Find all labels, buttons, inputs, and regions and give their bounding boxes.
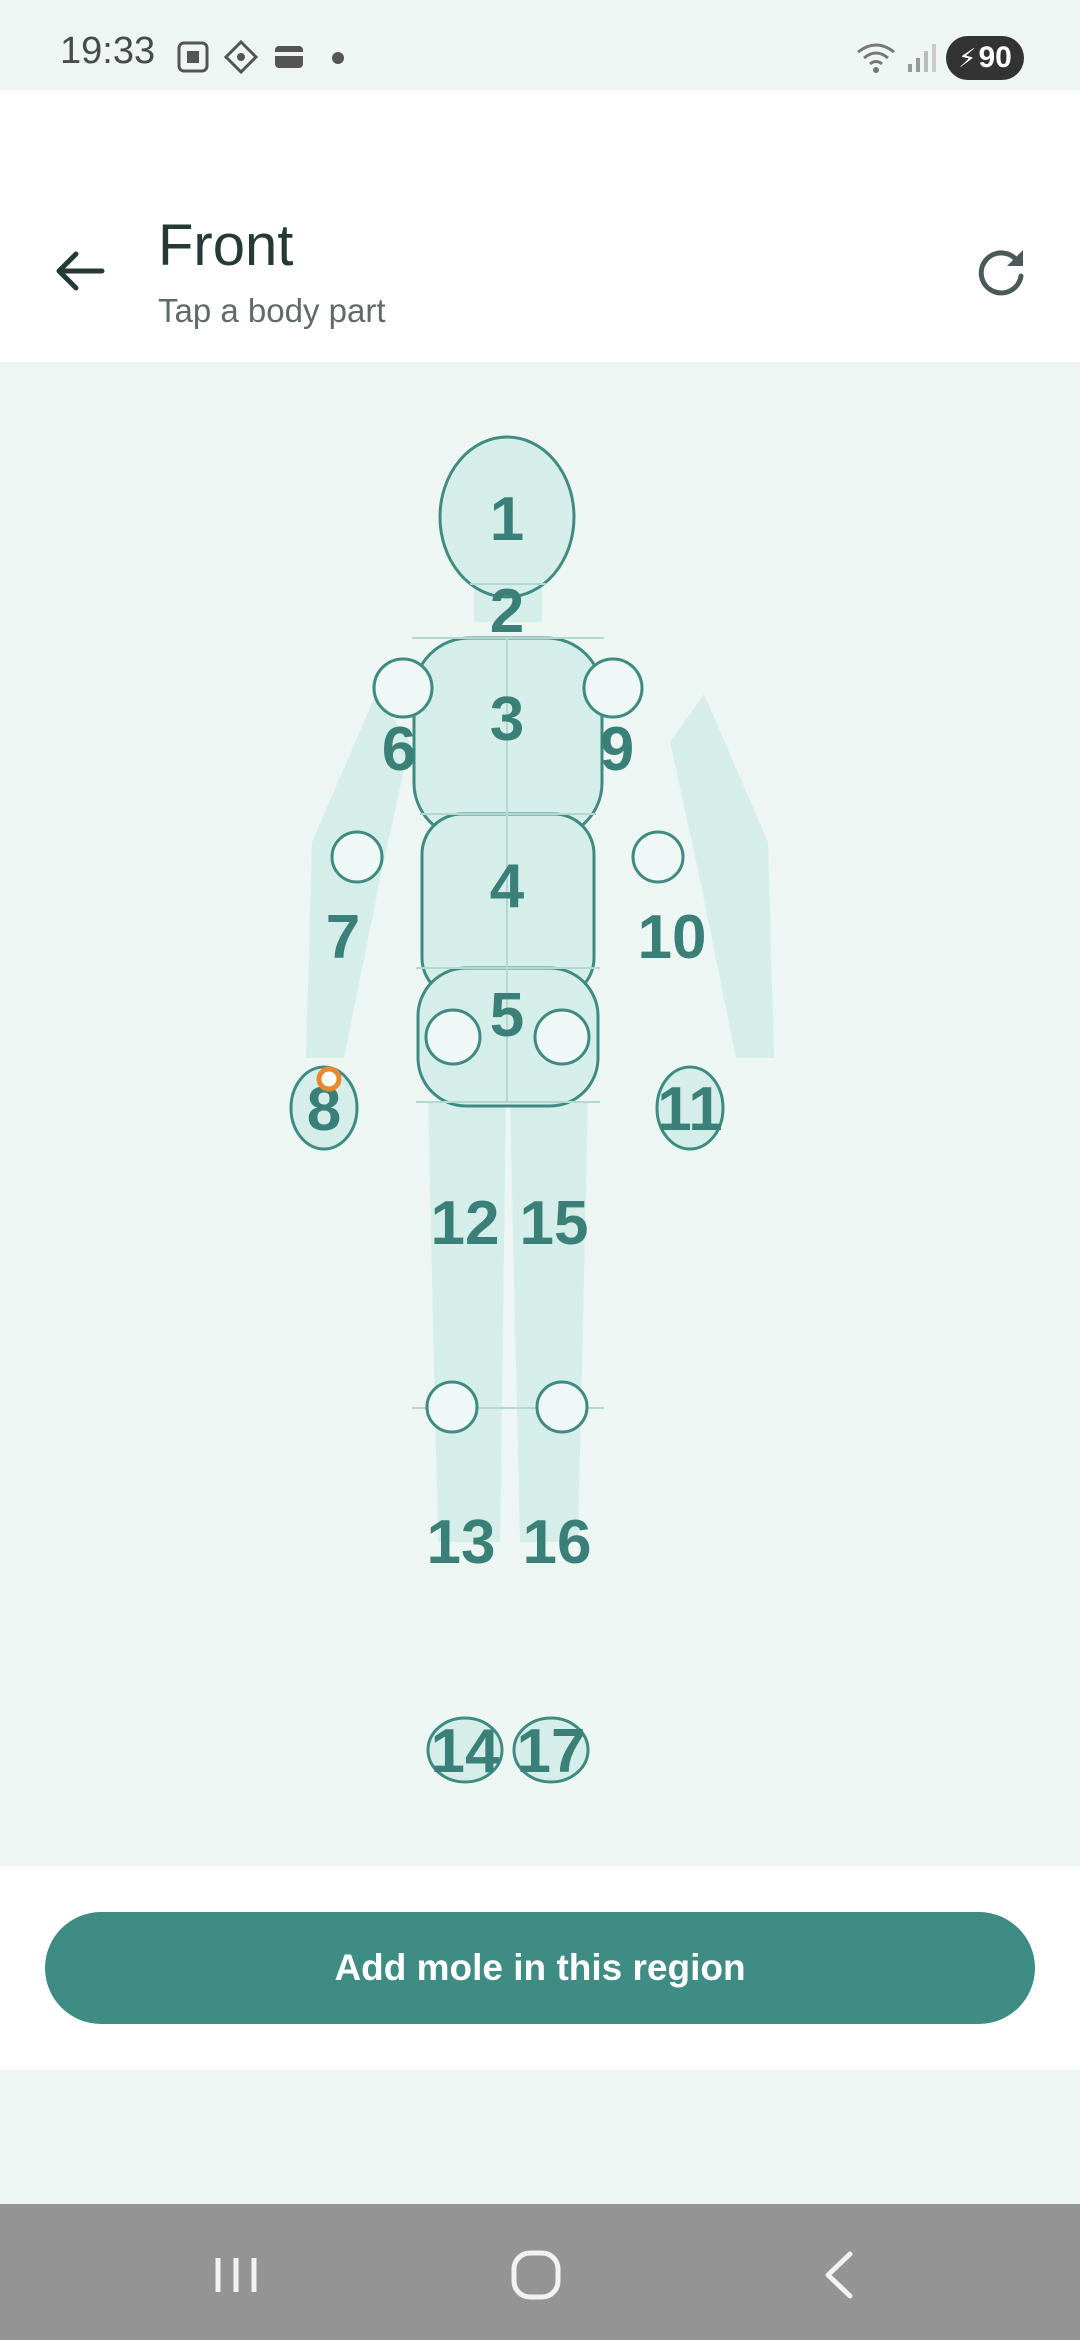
joint-left-hip xyxy=(424,1008,482,1066)
body-map-canvas: 1 2 3 4 5 6 7 8 9 10 11 12 13 14 15 16 1… xyxy=(0,362,1080,1866)
joint-left-elbow xyxy=(330,830,384,884)
wifi-icon xyxy=(857,43,895,73)
joint-right-shoulder xyxy=(582,657,644,719)
joint-right-knee xyxy=(535,1380,589,1434)
body-figure: 1 2 3 4 5 6 7 8 9 10 11 12 13 14 15 16 1… xyxy=(289,435,774,1786)
dot-icon xyxy=(332,52,344,64)
region-label: 9 xyxy=(600,715,634,784)
region-label: 3 xyxy=(490,685,524,754)
left-leg-shape xyxy=(428,1102,506,1542)
region-label: 11 xyxy=(657,1075,723,1144)
region-label: 10 xyxy=(638,903,707,972)
battery-level: 90 xyxy=(978,41,1012,74)
region-label: 12 xyxy=(431,1189,500,1258)
screenshot-icon xyxy=(177,41,209,73)
region-label: 15 xyxy=(520,1189,589,1258)
refresh-icon[interactable] xyxy=(966,236,1036,306)
right-arm-shape xyxy=(670,694,774,1058)
region-label: 14 xyxy=(431,1717,500,1786)
status-time: 19:33 xyxy=(60,30,156,72)
status-bar: 19:33 ⚡ 90 xyxy=(0,0,1080,90)
region-label: 13 xyxy=(427,1508,496,1577)
region-label: 1 xyxy=(490,485,524,554)
back-nav-icon[interactable] xyxy=(800,2240,880,2310)
mole-marker-icon[interactable] xyxy=(316,1066,342,1092)
joint-left-knee xyxy=(425,1380,479,1434)
wallet-icon xyxy=(275,46,303,68)
joint-right-elbow xyxy=(631,830,685,884)
right-leg-shape xyxy=(510,1102,588,1542)
joint-left-shoulder xyxy=(372,657,434,719)
region-label: 6 xyxy=(382,715,416,784)
signal-icon xyxy=(908,44,936,72)
arrow-left-icon[interactable] xyxy=(46,236,116,306)
home-icon[interactable] xyxy=(496,2240,576,2310)
region-label: 2 xyxy=(490,577,524,646)
region-label: 5 xyxy=(490,981,524,1050)
region-label: 16 xyxy=(523,1508,592,1577)
joint-right-hip xyxy=(533,1008,591,1066)
recents-icon[interactable] xyxy=(196,2240,276,2310)
page-subtitle: Tap a body part xyxy=(158,292,386,329)
region-label: 7 xyxy=(326,903,360,972)
page-title: Front xyxy=(158,213,294,278)
battery-charging-icon: ⚡ 90 xyxy=(946,36,1024,80)
region-label: 17 xyxy=(517,1717,586,1786)
diamond-app-icon xyxy=(224,40,258,74)
add-mole-button[interactable]: Add mole in this region xyxy=(45,1912,1035,2024)
region-label: 4 xyxy=(490,852,525,921)
